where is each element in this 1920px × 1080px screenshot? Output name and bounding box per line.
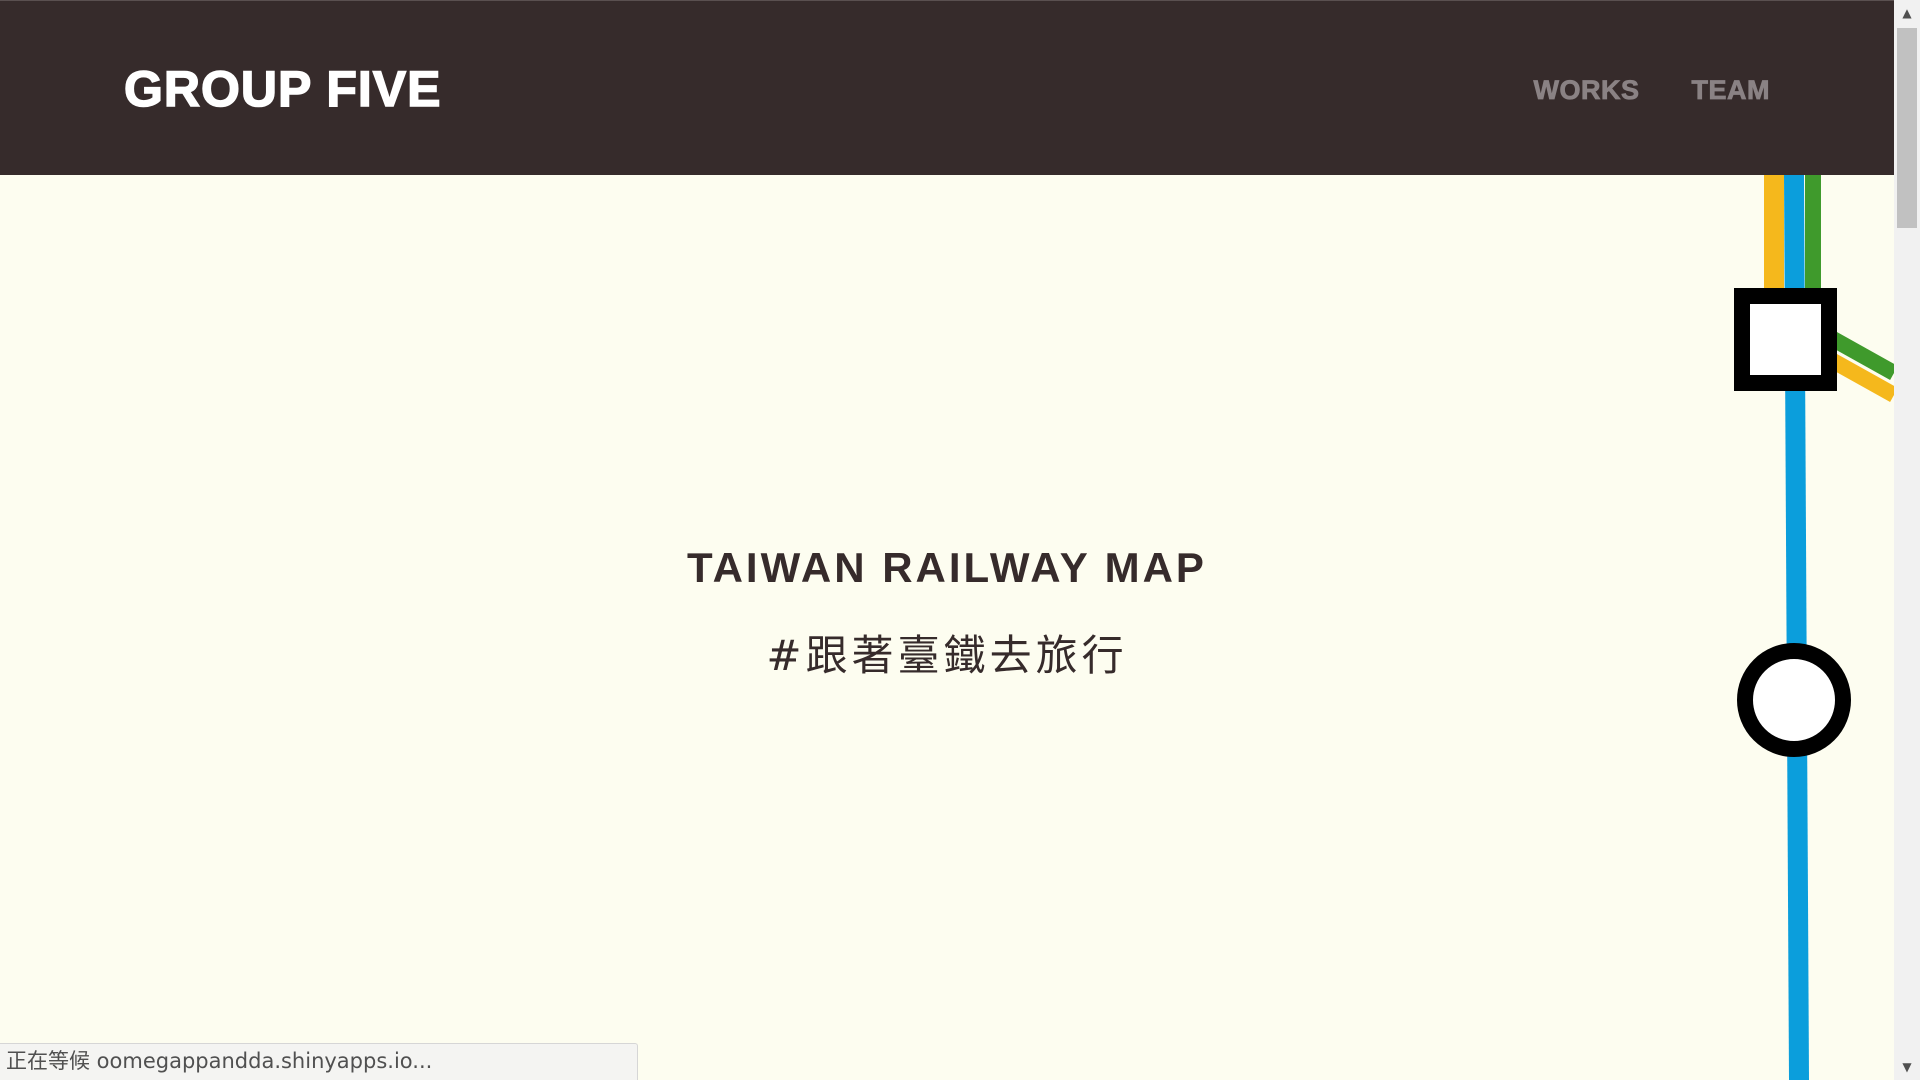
nav-links: WORKS TEAM (1533, 75, 1771, 106)
brand-logo-text[interactable]: GROUP FIVE (123, 62, 441, 116)
browser-page: GROUP FIVE WORKS TEAM TAIWAN RAILWAY MAP… (0, 0, 1920, 1080)
hero-subtitle: #跟著臺鐵去旅行 (766, 631, 1128, 680)
scroll-up-arrow-icon[interactable]: ▲ (1894, 0, 1920, 26)
hero-title: TAIWAN RAILWAY MAP (687, 544, 1207, 591)
scroll-down-arrow-icon[interactable]: ▼ (1894, 1054, 1920, 1080)
nav-link-team[interactable]: TEAM (1691, 75, 1771, 106)
station-square-marker[interactable] (1734, 288, 1837, 391)
scrollbar-thumb[interactable] (1897, 28, 1917, 228)
railway-line-graphic (1734, 175, 1894, 1080)
station-circle-marker[interactable] (1737, 643, 1851, 757)
page-viewport: GROUP FIVE WORKS TEAM TAIWAN RAILWAY MAP… (0, 0, 1894, 1080)
top-navbar: GROUP FIVE WORKS TEAM (0, 0, 1894, 175)
status-bar: 正在等候 oomegappandda.shinyapps.io... (0, 1043, 638, 1080)
vertical-scrollbar[interactable]: ▲ ▼ (1894, 0, 1920, 1080)
nav-link-works[interactable]: WORKS (1533, 75, 1640, 106)
